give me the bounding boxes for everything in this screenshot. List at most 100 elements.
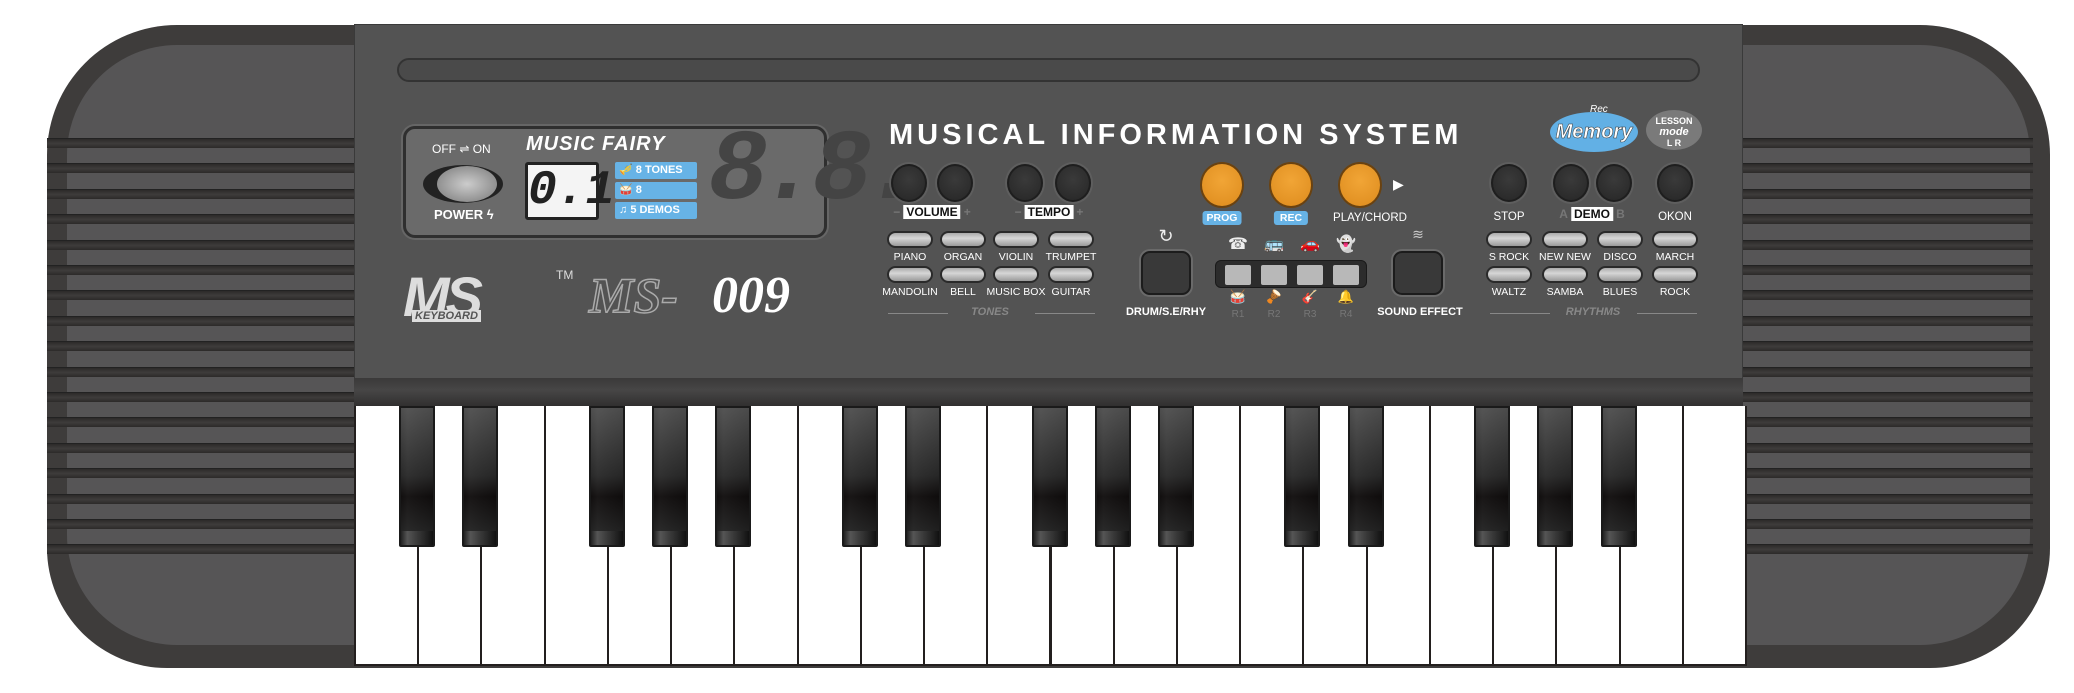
speaker-grill-slat [47,315,354,326]
tempo-label: − TEMPO + [1015,205,1083,219]
tone-label: MANDOLIN [882,286,938,298]
speaker-grill-slat [47,442,354,453]
rhythm-button-march[interactable] [1652,231,1698,248]
speaker-grill-slat [1743,138,2033,148]
key-bed-strip [354,378,1743,408]
black-key[interactable] [1031,406,1068,547]
volume-up-button[interactable] [937,164,973,202]
rhythm-label: SAMBA [1546,286,1584,298]
snare-icon: 🪘 [1265,289,1283,304]
play-chord-button[interactable] [1338,162,1382,208]
demo-b-label: B [1616,207,1625,221]
sound-pad-3[interactable] [1297,265,1323,285]
speaker-grill-slat [47,265,354,275]
demo-b-button[interactable] [1596,164,1632,202]
tone-button-guitar[interactable] [1048,266,1094,283]
rhythm-label: NEW NEW [1539,251,1591,263]
black-key[interactable] [1537,406,1574,547]
prog-button[interactable] [1200,162,1244,208]
rhythm-button-s-rock[interactable] [1486,231,1532,248]
sound-wave-icon: ≋ [1412,226,1424,242]
stop-label: STOP [1493,211,1525,223]
speaker-grill-slat [1743,366,2033,377]
ghost-icon: 👻 [1336,236,1356,253]
tone-button-organ[interactable] [940,231,986,248]
speaker-grill-slat [47,290,354,301]
black-key[interactable] [1157,406,1194,547]
mode-demos: ♫ 5 DEMOS [615,202,697,219]
black-key[interactable] [1094,406,1131,547]
okon-button[interactable] [1657,164,1693,202]
tones-section-label: TONES [971,306,1009,318]
volume-down-button[interactable] [891,164,927,202]
speaker-grill-slat [1743,341,2033,352]
trademark: TM [556,268,574,282]
sound-effect-label: SOUND EFFECT [1377,306,1463,318]
tone-label: PIANO [893,251,927,263]
speaker-grill-slat [1743,315,2033,326]
drum-se-rhy-button[interactable] [1141,251,1191,295]
black-key[interactable] [841,406,878,547]
okon-label: OKON [1658,211,1692,223]
rhythms-section-label: RHYTHMS [1565,306,1621,318]
telephone-icon: ☎ [1228,236,1248,253]
volume-label: − VOLUME + [893,205,971,219]
rhythm-button-samba[interactable] [1542,266,1588,283]
tempo-down-button[interactable] [1007,164,1043,202]
speaker-grill-slat [1743,214,2033,225]
rhythm-button-disco[interactable] [1597,231,1643,248]
rhythm-button-blues[interactable] [1597,266,1643,283]
sound-pad-4[interactable] [1333,265,1359,285]
black-key[interactable] [715,406,752,547]
sound-pad-1[interactable] [1225,265,1251,285]
black-key[interactable] [1284,406,1321,547]
rhythm-label: WALTZ [1491,286,1527,298]
speaker-grill-slat [1743,163,2033,174]
speaker-grill-slat [1743,442,2033,453]
cymbal-icon: 🔔 [1337,289,1355,304]
rhythm-label: DISCO [1603,251,1637,263]
tone-button-trumpet[interactable] [1048,231,1094,248]
black-key[interactable] [399,406,436,547]
black-key[interactable] [652,406,689,547]
tone-label: ORGAN [943,251,983,263]
power-switch-knob[interactable] [437,166,497,202]
rhythm-label: S ROCK [1488,251,1530,263]
tone-label: BELL [950,286,976,298]
black-key[interactable] [1347,406,1384,547]
rhythm-button-waltz[interactable] [1486,266,1532,283]
speaker-grill-slat [1743,239,2033,250]
bus-icon: 🚌 [1264,236,1284,253]
rhythm-label: MARCH [1655,251,1695,263]
tone-button-piano[interactable] [887,231,933,248]
sound-pad-2[interactable] [1261,265,1287,285]
panel-title: MUSICAL INFORMATION SYSTEM [889,119,1463,151]
rec-button[interactable] [1269,162,1313,208]
speaker-grill-slat [1743,417,2033,428]
rhythm-button-rock[interactable] [1652,266,1698,283]
black-key[interactable] [462,406,499,547]
tone-button-mandolin[interactable] [887,266,933,283]
speaker-grill-slat [47,493,354,504]
music-stand-slot [397,58,1700,82]
black-key[interactable] [1474,406,1511,547]
black-key[interactable] [1600,406,1637,547]
divider [888,313,948,314]
white-key[interactable] [1681,406,1747,666]
guitar-icon: 🎸 [1301,289,1319,304]
tone-button-violin[interactable] [993,231,1039,248]
black-key[interactable] [588,406,625,547]
tone-label: MUSIC BOX [986,286,1046,298]
demo-label: A DEMO B [1559,207,1625,221]
black-key[interactable] [905,406,942,547]
sound-effect-button[interactable] [1393,251,1443,295]
rhythm-button-new-new[interactable] [1542,231,1588,248]
tone-button-music-box[interactable] [993,266,1039,283]
mode-rhythms: 🥁 8 RHYTHMS [615,182,697,213]
stop-button[interactable] [1491,164,1527,202]
demo-a-button[interactable] [1553,164,1589,202]
tone-button-bell[interactable] [940,266,986,283]
drum-kit-icon: 🥁 [1229,289,1247,304]
tempo-up-button[interactable] [1055,164,1091,202]
mode-label: 5 DEMOS [630,204,680,216]
